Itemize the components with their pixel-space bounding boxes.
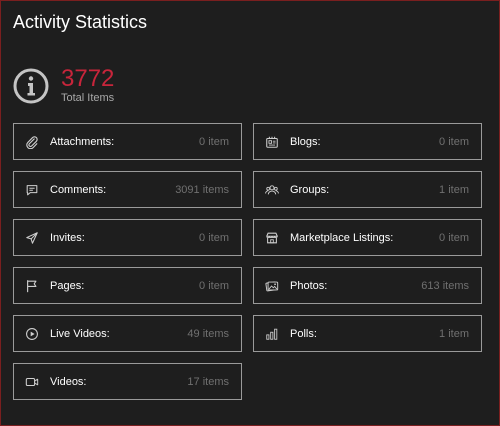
stat-count: 0 item [439,231,469,244]
stat-count: 613 items [421,279,469,292]
stat-count: 0 item [199,135,229,148]
stat-count: 0 item [199,231,229,244]
stat-label: Videos: [50,375,87,388]
stat-count: 0 item [199,279,229,292]
total-items-label: Total Items [61,92,115,104]
stat-card-polls[interactable]: Polls: 1 item [253,315,482,352]
play-circle-icon [24,326,40,342]
stat-label: Attachments: [50,135,115,148]
comment-icon [24,182,40,198]
stat-card-attachments[interactable]: Attachments: 0 item [13,123,242,160]
total-items-value: 3772 [61,65,115,92]
info-icon [13,68,49,104]
activity-statistics-panel: Activity Statistics 3772 Total Items Att… [0,0,500,426]
stat-label: Blogs: [290,135,321,148]
stat-label: Comments: [50,183,107,196]
stat-card-invites[interactable]: Invites: 0 item [13,219,242,256]
stat-card-marketplace-listings[interactable]: Marketplace Listings: 0 item [253,219,482,256]
stat-card-comments[interactable]: Comments: 3091 items [13,171,242,208]
stat-label: Polls: [290,327,317,340]
stat-label: Groups: [290,183,330,196]
stat-card-live-videos[interactable]: Live Videos: 49 items [13,315,242,352]
stat-count: 49 items [187,327,229,340]
stat-label: Invites: [50,231,85,244]
stat-card-videos[interactable]: Videos: 17 items [13,363,242,400]
poll-icon [264,326,280,342]
stat-card-groups[interactable]: Groups: 1 item [253,171,482,208]
stat-count: 3091 items [175,183,229,196]
flag-icon [24,278,40,294]
send-icon [24,230,40,246]
stat-label: Marketplace Listings: [290,231,394,244]
stat-count: 1 item [439,327,469,340]
panel-title: Activity Statistics [13,12,148,32]
total-items-summary: 3772 Total Items [13,65,115,104]
stat-count: 0 item [439,135,469,148]
store-icon [264,230,280,246]
photos-icon [264,278,280,294]
paperclip-icon [24,134,40,150]
stat-label: Pages: [50,279,85,292]
stat-count: 17 items [187,375,229,388]
stat-card-blogs[interactable]: Blogs: 0 item [253,123,482,160]
blog-icon [264,134,280,150]
video-camera-icon [24,374,40,390]
stat-count: 1 item [439,183,469,196]
groups-icon [264,182,280,198]
stat-card-pages[interactable]: Pages: 0 item [13,267,242,304]
stat-label: Live Videos: [50,327,110,340]
stat-label: Photos: [290,279,328,292]
stat-card-photos[interactable]: Photos: 613 items [253,267,482,304]
